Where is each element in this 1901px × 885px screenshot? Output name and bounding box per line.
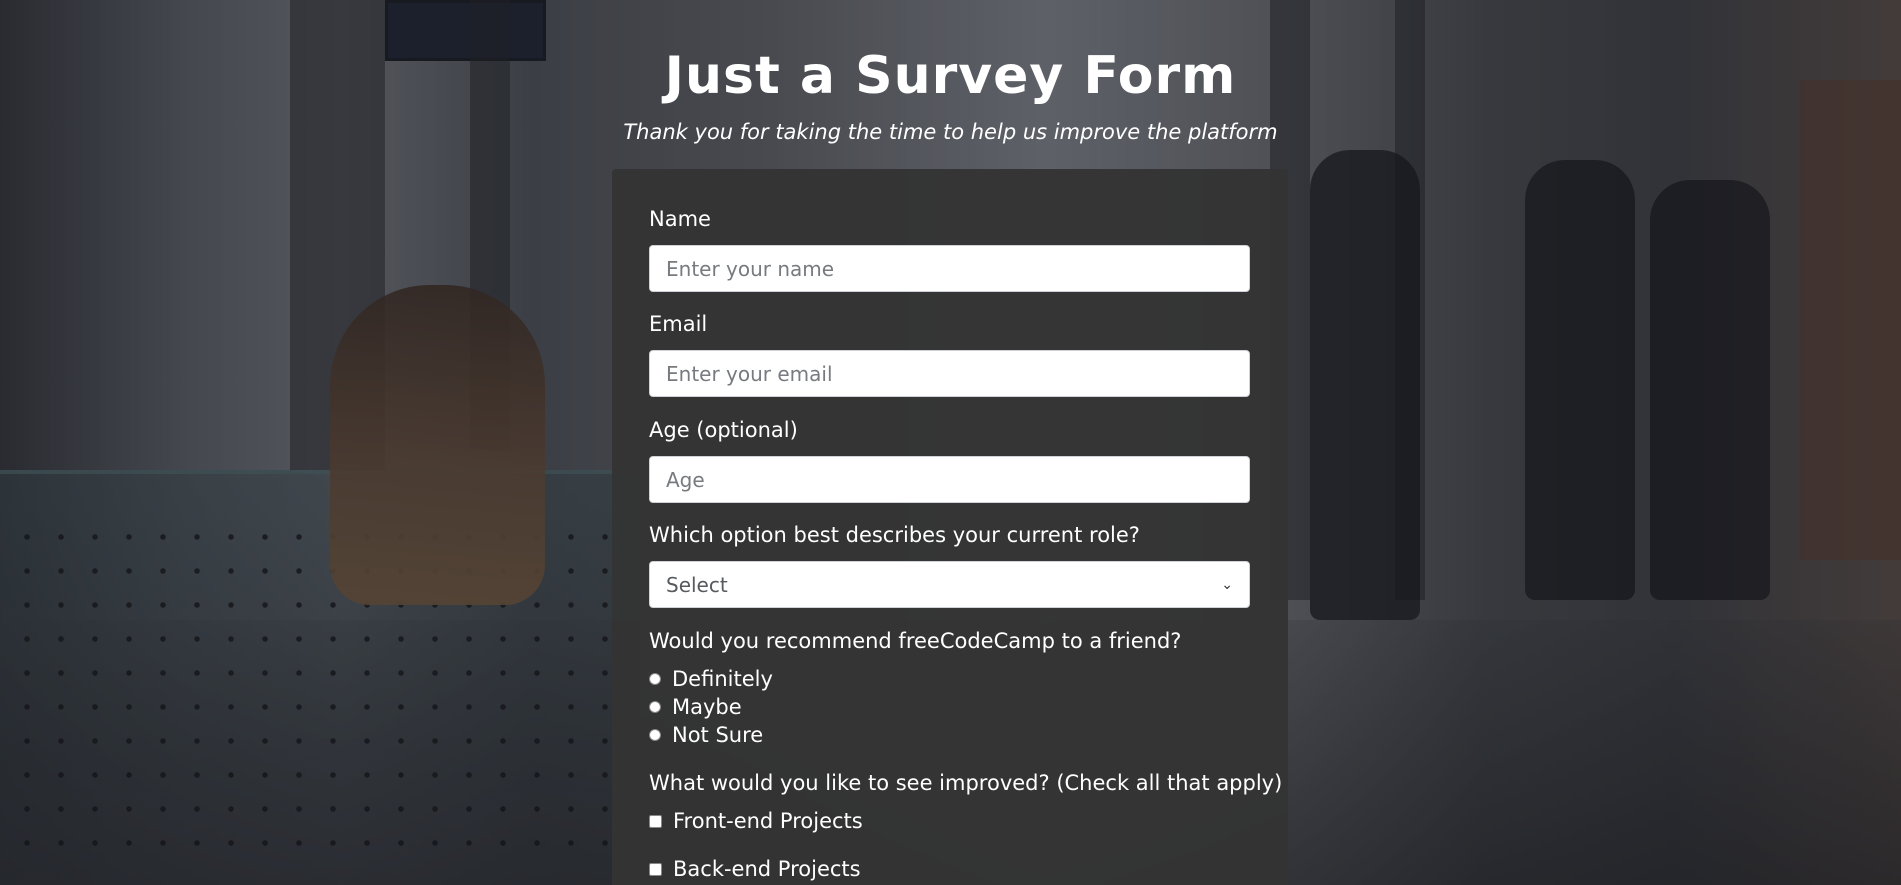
email-input[interactable]	[649, 350, 1250, 397]
name-input[interactable]	[649, 245, 1250, 292]
radio-button[interactable]	[649, 701, 661, 713]
name-label: Name	[649, 207, 711, 231]
checkbox[interactable]	[649, 862, 662, 876]
page-title: Just a Survey Form	[664, 46, 1237, 106]
checkbox-option-back-end[interactable]: Back-end Projects	[649, 857, 861, 881]
survey-page: Just a Survey Form Thank you for taking …	[0, 0, 1901, 885]
radio-option-maybe[interactable]: Maybe	[649, 695, 742, 719]
age-label: Age (optional)	[649, 418, 798, 442]
chevron-down-icon: ⌄	[1221, 576, 1233, 593]
radio-label: Not Sure	[672, 723, 764, 747]
recommend-label: Would you recommend freeCodeCamp to a fr…	[649, 629, 1182, 653]
radio-label: Maybe	[672, 695, 742, 719]
email-label: Email	[649, 312, 708, 336]
survey-form: Name Email Age (optional) Which option b…	[612, 169, 1288, 885]
role-dropdown[interactable]: Select ⌄	[649, 561, 1250, 608]
radio-label: Definitely	[672, 667, 773, 691]
age-input[interactable]	[649, 456, 1250, 503]
role-selected-value: Select	[666, 572, 728, 597]
radio-button[interactable]	[649, 729, 661, 741]
radio-button[interactable]	[649, 673, 661, 685]
checkbox-option-front-end[interactable]: Front-end Projects	[649, 809, 863, 833]
checkbox-label: Back-end Projects	[673, 857, 861, 881]
improve-label: What would you like to see improved? (Ch…	[649, 771, 1283, 795]
role-label: Which option best describes your current…	[649, 523, 1140, 547]
radio-option-not-sure[interactable]: Not Sure	[649, 723, 763, 747]
checkbox[interactable]	[649, 814, 662, 828]
page-description: Thank you for taking the time to help us…	[623, 120, 1278, 144]
checkbox-label: Front-end Projects	[673, 809, 863, 833]
radio-option-definitely[interactable]: Definitely	[649, 667, 773, 691]
